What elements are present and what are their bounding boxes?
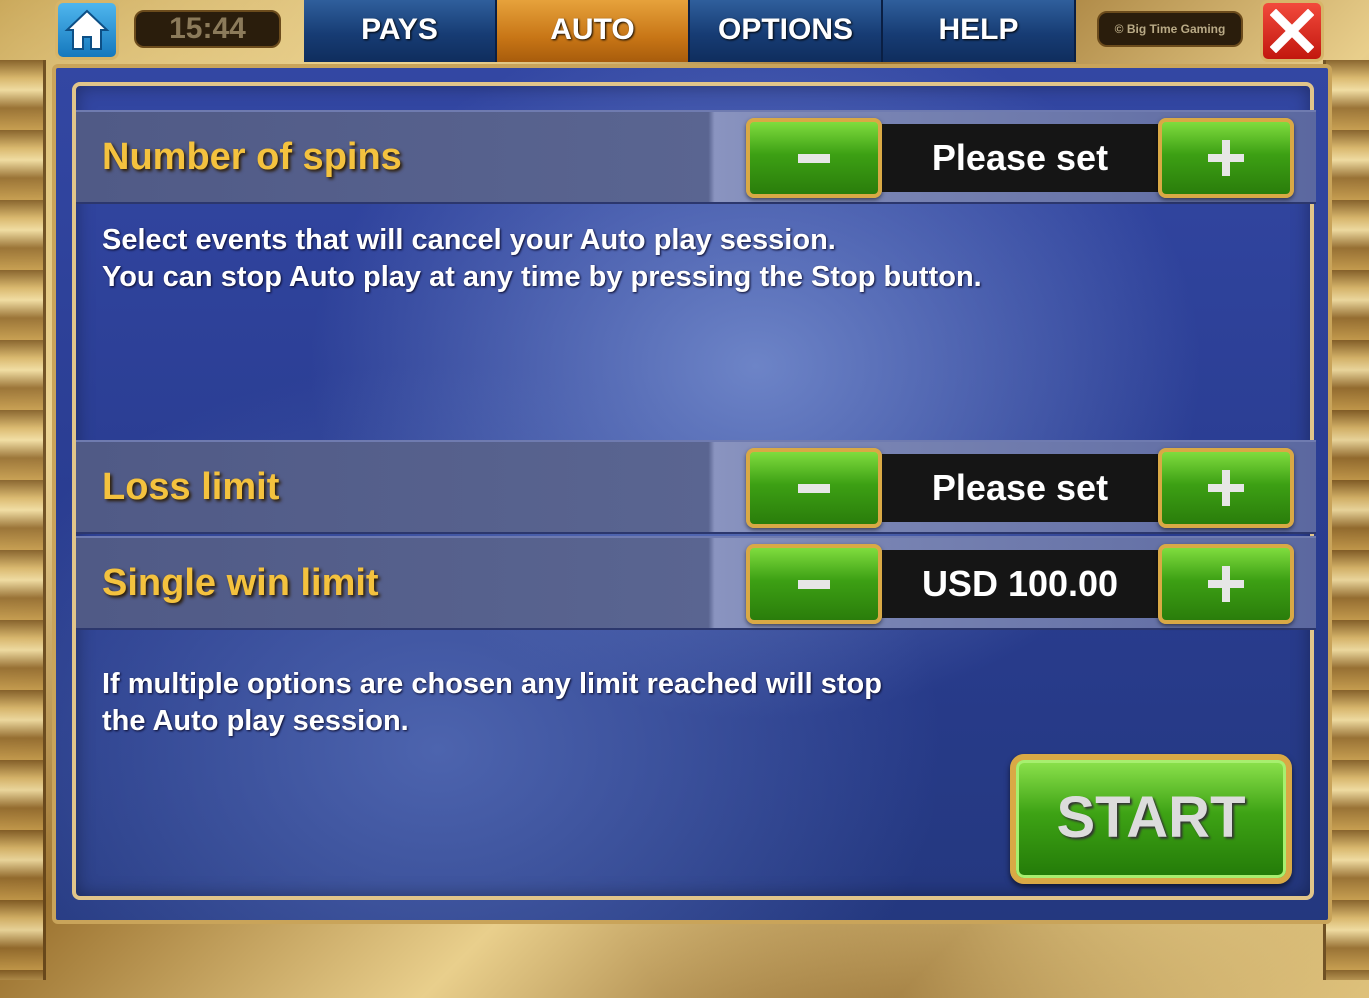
tab-options[interactable]: OPTIONS <box>690 0 883 62</box>
minus-icon <box>798 580 830 589</box>
single-win-limit-row: Single win limit USD 100.00 <box>76 536 1316 630</box>
single-win-limit-stepper: USD 100.00 <box>746 538 1296 628</box>
spins-row: Number of spins Please set <box>76 110 1316 204</box>
spins-value: Please set <box>882 124 1158 192</box>
tab-help[interactable]: HELP <box>883 0 1076 62</box>
spins-increase-button[interactable] <box>1158 118 1294 198</box>
loss-limit-row: Loss limit Please set <box>76 440 1316 534</box>
loss-limit-label: Loss limit <box>102 466 280 508</box>
auto-play-panel: Number of spins Please set Select events… <box>52 64 1332 924</box>
loss-limit-stepper: Please set <box>746 442 1296 532</box>
tab-auto[interactable]: AUTO <box>497 0 690 62</box>
close-button[interactable] <box>1260 0 1324 62</box>
plus-icon <box>1208 140 1244 176</box>
plus-icon <box>1208 470 1244 506</box>
single-win-limit-decrease-button[interactable] <box>746 544 882 624</box>
single-win-limit-label: Single win limit <box>102 562 379 604</box>
loss-limit-decrease-button[interactable] <box>746 448 882 528</box>
plus-icon <box>1208 566 1244 602</box>
cancel-info-line-1: Select events that will cancel your Auto… <box>102 224 836 256</box>
single-win-limit-value: USD 100.00 <box>882 550 1158 618</box>
home-button[interactable] <box>55 0 119 60</box>
loss-limit-increase-button[interactable] <box>1158 448 1294 528</box>
close-icon <box>1270 9 1314 53</box>
top-bar: 15:44 PAYS AUTO OPTIONS HELP © Big Time … <box>0 0 1369 62</box>
spins-label: Number of spins <box>102 136 402 178</box>
multi-info-line-1: If multiple options are chosen any limit… <box>102 668 882 700</box>
cancel-info: Select events that will cancel your Auto… <box>102 222 982 296</box>
brand-badge: © Big Time Gaming <box>1097 11 1243 47</box>
tab-pays[interactable]: PAYS <box>304 0 497 62</box>
frame-ornament-left <box>0 60 46 980</box>
loss-limit-value: Please set <box>882 454 1158 522</box>
multi-info-line-2: the Auto play session. <box>102 705 409 737</box>
spins-stepper: Please set <box>746 112 1296 202</box>
cancel-info-line-2: You can stop Auto play at any time by pr… <box>102 261 982 293</box>
spins-decrease-button[interactable] <box>746 118 882 198</box>
tab-bar: PAYS AUTO OPTIONS HELP <box>304 0 1076 62</box>
single-win-limit-increase-button[interactable] <box>1158 544 1294 624</box>
minus-icon <box>798 154 830 163</box>
start-button[interactable]: START <box>1010 754 1292 884</box>
multi-option-info: If multiple options are chosen any limit… <box>102 666 882 740</box>
minus-icon <box>798 484 830 493</box>
home-icon <box>64 9 110 50</box>
auto-play-content: Number of spins Please set Select events… <box>72 82 1316 900</box>
clock: 15:44 <box>134 10 281 48</box>
